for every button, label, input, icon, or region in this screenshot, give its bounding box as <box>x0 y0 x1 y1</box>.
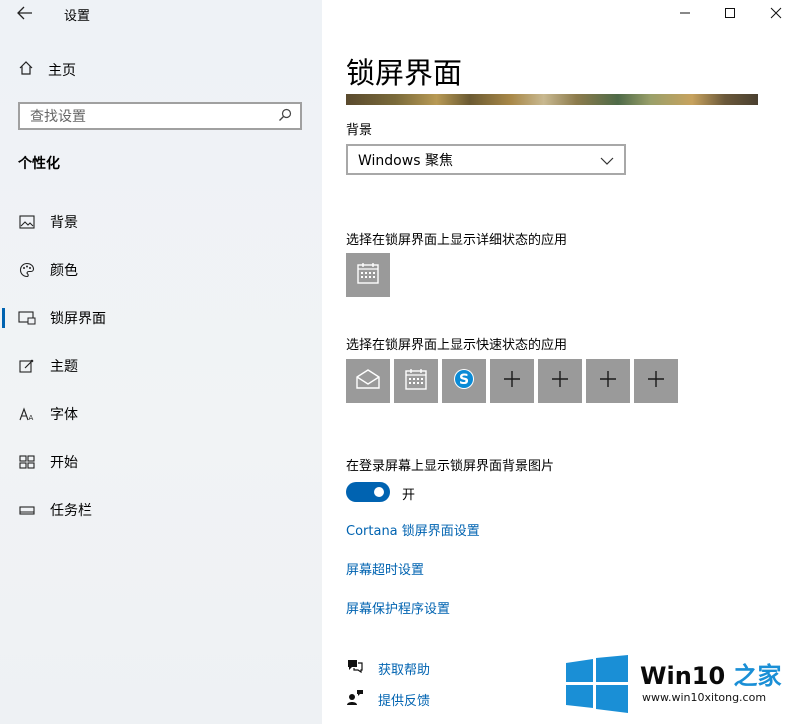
help-chat-icon <box>346 658 364 678</box>
sidebar-item-fonts[interactable]: A 字体 <box>0 394 322 434</box>
minimize-button[interactable] <box>674 3 696 23</box>
home-icon <box>18 60 34 80</box>
sidebar-item-label: 颜色 <box>50 263 78 279</box>
chevron-down-icon <box>600 150 614 169</box>
maximize-button[interactable] <box>719 3 741 23</box>
sidebar-item-label: 背景 <box>50 215 78 231</box>
svg-text:S: S <box>459 372 469 388</box>
login-background-label: 在登录屏幕上显示锁屏界面背景图片 <box>346 459 555 474</box>
calendar-icon <box>404 367 428 395</box>
section-title: 个性化 <box>18 156 60 172</box>
skype-icon: S <box>452 367 476 395</box>
cortana-lock-screen-link[interactable]: Cortana 锁屏界面设置 <box>346 520 480 539</box>
sidebar-item-start[interactable]: 开始 <box>0 442 322 482</box>
screen-saver-link[interactable]: 屏幕保护程序设置 <box>346 598 450 617</box>
detailed-status-label: 选择在锁屏界面上显示详细状态的应用 <box>346 233 568 248</box>
window-title: 设置 <box>64 9 91 24</box>
sidebar-item-taskbar[interactable]: 任务栏 <box>0 490 322 530</box>
theme-icon <box>18 357 36 375</box>
get-help-link[interactable]: 获取帮助 <box>346 658 431 678</box>
page-title: 锁屏界面 <box>346 56 463 90</box>
plus-icon <box>503 370 521 392</box>
toggle-knob <box>374 487 384 497</box>
toggle-state-label: 开 <box>402 488 416 503</box>
background-dropdown[interactable]: Windows 聚焦 <box>346 144 626 175</box>
search-icon[interactable] <box>278 107 292 126</box>
sidebar-item-label: 开始 <box>50 455 78 471</box>
start-icon <box>18 453 36 471</box>
get-help-label: 获取帮助 <box>378 662 431 678</box>
plus-icon <box>599 370 617 392</box>
taskbar-icon <box>18 501 36 519</box>
image-icon <box>18 213 36 231</box>
calendar-icon <box>356 261 380 289</box>
feedback-person-icon <box>346 689 364 709</box>
lock-screen-icon <box>18 309 36 327</box>
close-button[interactable] <box>765 3 787 23</box>
selection-indicator <box>2 308 5 328</box>
sidebar-item-label: 任务栏 <box>50 503 92 519</box>
watermark-url: www.win10xitong.com <box>642 691 767 704</box>
mail-icon <box>355 368 381 394</box>
detailed-status-app-tile[interactable] <box>346 253 390 297</box>
watermark-title-accent: 之家 <box>733 662 782 690</box>
sidebar-item-background[interactable]: 背景 <box>0 202 322 242</box>
sidebar-item-colors[interactable]: 颜色 <box>0 250 322 290</box>
background-dropdown-value: Windows 聚焦 <box>358 152 453 169</box>
home-label: 主页 <box>48 63 76 79</box>
sidebar-item-label: 锁屏界面 <box>50 311 106 327</box>
sidebar-item-label: 字体 <box>50 407 78 423</box>
quick-status-add-tile[interactable] <box>634 359 678 403</box>
quick-status-label: 选择在锁屏界面上显示快速状态的应用 <box>346 338 568 353</box>
detailed-status-row <box>346 253 686 297</box>
sidebar-item-lock-screen[interactable]: 锁屏界面 <box>0 298 322 338</box>
win10-watermark: Win10 之家 www.win10xitong.com <box>566 653 792 717</box>
background-label: 背景 <box>346 123 373 138</box>
quick-status-add-tile[interactable] <box>490 359 534 403</box>
plus-icon <box>647 370 665 392</box>
font-icon: A <box>18 405 36 423</box>
sidebar-item-themes[interactable]: 主题 <box>0 346 322 386</box>
plus-icon <box>551 370 569 392</box>
windows-logo-icon <box>566 655 628 717</box>
watermark-title: Win10 之家 <box>640 656 782 691</box>
palette-icon <box>18 261 36 279</box>
quick-status-app-tile[interactable]: S <box>442 359 486 403</box>
quick-status-row: S <box>346 359 686 403</box>
feedback-link[interactable]: 提供反馈 <box>346 689 431 709</box>
quick-status-add-tile[interactable] <box>538 359 582 403</box>
sidebar: 设置 主页 查找设置 个性化 背景 颜色 锁屏界面 主题 A 字体 开始 任务栏 <box>0 0 322 724</box>
feedback-label: 提供反馈 <box>378 693 431 709</box>
sidebar-item-label: 主题 <box>50 359 78 375</box>
quick-status-app-tile[interactable] <box>346 359 390 403</box>
search-input[interactable]: 查找设置 <box>30 106 86 126</box>
quick-status-app-tile[interactable] <box>394 359 438 403</box>
quick-status-add-tile[interactable] <box>586 359 630 403</box>
login-background-toggle[interactable] <box>346 482 390 502</box>
watermark-title-main: Win10 <box>640 662 734 690</box>
svg-text:A: A <box>29 414 34 421</box>
home-nav-item[interactable]: 主页 <box>18 60 76 80</box>
back-arrow-icon[interactable] <box>14 4 36 22</box>
lock-screen-preview-image <box>346 94 758 105</box>
screen-timeout-link[interactable]: 屏幕超时设置 <box>346 559 424 578</box>
search-box[interactable]: 查找设置 <box>18 102 302 130</box>
